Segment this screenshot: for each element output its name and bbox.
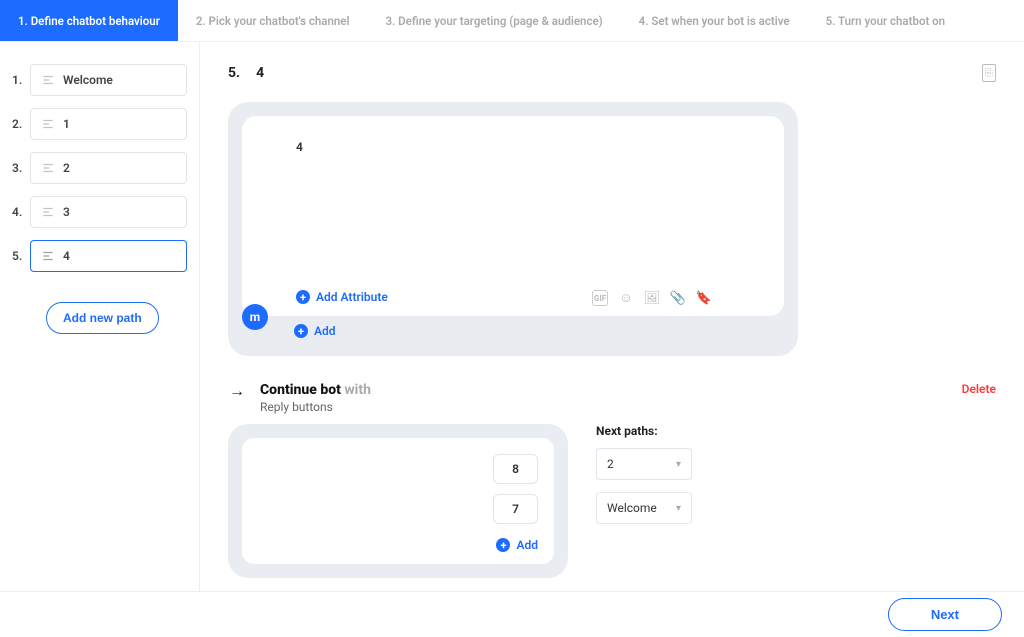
message-toolbar: GIF ☺ 🖼 📎 🔖 [592,290,712,306]
continue-bot-header: → Continue bot with Reply buttons Delete [228,382,996,414]
plus-icon: + [294,324,308,338]
path-card-welcome[interactable]: Welcome [30,64,187,96]
step-2[interactable]: 2. Pick your chatbot's channel [178,0,368,41]
path-card-3[interactable]: 3 [30,196,187,228]
wizard-stepper: 1. Define chatbot behaviour 2. Pick your… [0,0,1024,42]
path-number: 5. [12,249,30,263]
path-card-1[interactable]: 1 [30,108,187,140]
add-message-label: Add [314,324,336,338]
path-number: 3. [12,161,30,175]
delete-button[interactable]: Delete [962,382,996,396]
continue-title: Continue bot [260,382,341,398]
gif-icon[interactable]: GIF [592,290,608,306]
path-header-number: 5. [228,65,240,81]
chevron-down-icon: ▾ [676,503,681,514]
next-button[interactable]: Next [888,598,1002,631]
path-number: 4. [12,205,30,219]
path-item: 5. 4 [12,240,187,272]
flow-icon [41,73,55,87]
path-card-2[interactable]: 2 [30,152,187,184]
flow-icon [41,249,55,263]
add-reply-button[interactable]: + Add [496,538,538,552]
image-icon[interactable]: 🖼 [644,290,660,306]
add-attribute-button[interactable]: + Add Attribute [296,290,388,304]
next-path-value: Welcome [607,501,657,515]
next-paths-label: Next paths: [596,424,706,438]
path-item: 1. Welcome [12,64,187,96]
next-path-value: 2 [607,457,614,471]
flow-icon [41,161,55,175]
reply-buttons-card: 8 7 + Add [228,424,568,578]
path-item: 2. 1 [12,108,187,140]
next-path-select-1[interactable]: 2 ▾ [596,448,692,480]
path-label: 4 [63,249,70,263]
chevron-down-icon: ▾ [676,459,681,470]
duplicate-icon[interactable]: ⎘ [982,64,996,82]
path-card-4[interactable]: 4 [30,240,187,272]
paths-sidebar: 1. Welcome 2. 1 3. 2 [0,42,200,591]
path-item: 4. 3 [12,196,187,228]
message-editor[interactable]: 4 + Add Attribute GIF ☺ 🖼 📎 🔖 [242,116,784,316]
add-new-path-button[interactable]: Add new path [46,302,159,334]
wizard-footer: Next [0,591,1024,637]
flow-icon [41,117,55,131]
path-label: 1 [63,117,70,131]
message-text[interactable]: 4 [296,140,760,154]
path-number: 2. [12,117,30,131]
step-3[interactable]: 3. Define your targeting (page & audienc… [367,0,620,41]
continue-with-label: with [344,382,371,398]
add-message-button[interactable]: + Add [294,324,784,338]
next-paths-column: Next paths: 2 ▾ Welcome ▾ [596,424,706,536]
path-header-name: 4 [256,65,264,81]
plus-icon: + [296,290,310,304]
step-1[interactable]: 1. Define chatbot behaviour [0,0,178,41]
arrow-right-icon: → [228,382,246,400]
path-label: 2 [63,161,70,175]
bookmark-icon[interactable]: 🔖 [696,290,712,306]
bot-avatar: m [242,304,268,330]
path-header: 5. 4 ⎘ [228,64,996,82]
next-path-select-2[interactable]: Welcome ▾ [596,492,692,524]
path-label: Welcome [63,73,113,87]
emoji-icon[interactable]: ☺ [618,290,634,306]
reply-buttons-area: 8 7 + Add Next paths: 2 ▾ Welcome ▾ [228,424,996,578]
attachment-icon[interactable]: 📎 [670,290,686,306]
reply-button-2[interactable]: 7 [493,494,538,524]
path-number: 1. [12,73,30,87]
path-item: 3. 2 [12,152,187,184]
editor-panel: 5. 4 ⎘ 4 + Add Attribute GIF ☺ 🖼 📎 🔖 [200,42,1024,591]
path-label: 3 [63,205,70,219]
flow-icon [41,205,55,219]
reply-button-1[interactable]: 8 [493,454,538,484]
add-attribute-label: Add Attribute [316,290,388,304]
step-4[interactable]: 4. Set when your bot is active [621,0,808,41]
step-5[interactable]: 5. Turn your chatbot on [808,0,964,41]
add-reply-label: Add [516,538,538,552]
continue-subtitle: Reply buttons [260,400,371,414]
message-block: 4 + Add Attribute GIF ☺ 🖼 📎 🔖 m + Add [228,102,798,356]
plus-icon: + [496,538,510,552]
